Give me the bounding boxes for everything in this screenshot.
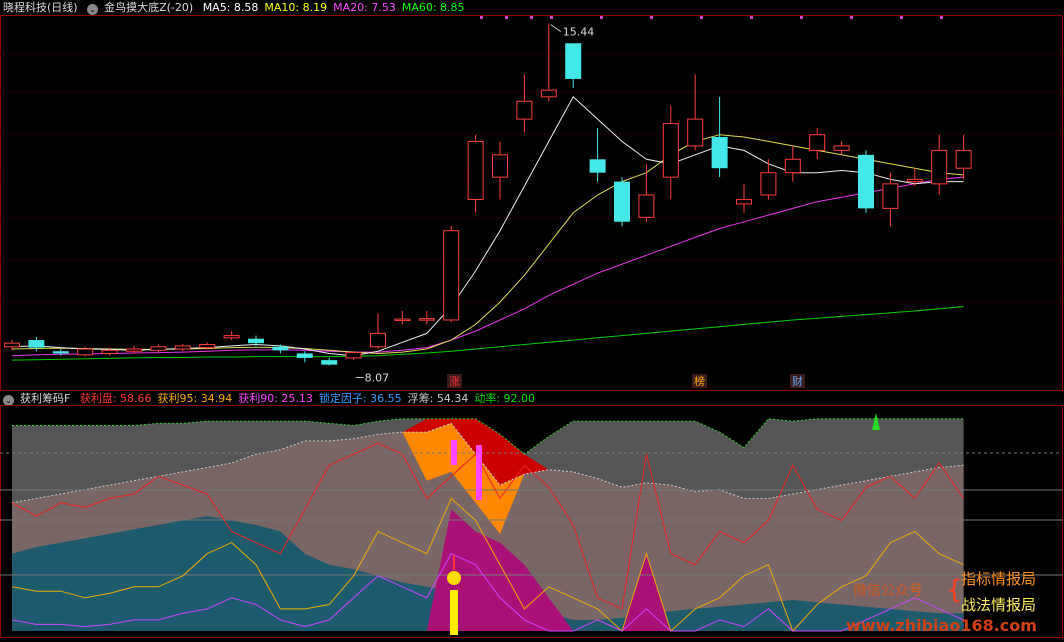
candle-body bbox=[126, 348, 142, 352]
candle-body bbox=[272, 346, 289, 351]
price-chart[interactable]: 15.44 8.07 涨 榜 财 bbox=[0, 0, 1064, 392]
profit-chip-chart[interactable] bbox=[0, 405, 1064, 639]
sub-value-2: 获利90: 25.13 bbox=[238, 392, 313, 405]
candle-body bbox=[418, 318, 435, 321]
candle-body bbox=[199, 344, 216, 349]
candle-body bbox=[784, 158, 801, 174]
candle-body bbox=[565, 43, 582, 79]
marker-dot bbox=[850, 16, 853, 19]
candle-body bbox=[345, 352, 362, 359]
candle-body bbox=[540, 89, 557, 98]
event-marker-2: 财 bbox=[792, 374, 803, 388]
candle-body bbox=[662, 123, 679, 178]
candle-body bbox=[394, 318, 411, 322]
event-marker-1: 榜 bbox=[694, 374, 705, 388]
candle-body bbox=[52, 351, 69, 354]
coin-icon bbox=[447, 571, 461, 585]
candle-body bbox=[248, 338, 264, 344]
marker-dot bbox=[750, 16, 753, 19]
sub-value-0: 获利盘: 58.66 bbox=[79, 392, 152, 405]
buy-signal-bar bbox=[450, 590, 458, 635]
marker-dot bbox=[530, 16, 533, 19]
candle-body bbox=[736, 198, 752, 205]
watermark-url: www.zhibiao168.com bbox=[846, 616, 1037, 635]
marker-dot bbox=[650, 16, 653, 19]
sub-value-3: 锁定因子: 36.55 bbox=[318, 392, 402, 405]
candle-body bbox=[77, 348, 94, 356]
candle-body bbox=[614, 181, 630, 222]
marker-dot bbox=[600, 16, 603, 19]
surge-bar bbox=[451, 440, 457, 465]
marker-dot bbox=[550, 16, 553, 19]
marker-dot bbox=[505, 16, 508, 19]
candle-body bbox=[809, 134, 826, 151]
stock-chart-window: { "main_header": { "stock_name": "晓程科技",… bbox=[0, 0, 1064, 642]
brace-icon: { bbox=[946, 575, 963, 605]
ma10-line bbox=[11, 134, 964, 355]
candle-body bbox=[931, 149, 948, 185]
high-pointer bbox=[550, 24, 562, 33]
candle-body bbox=[760, 172, 777, 196]
candle-body bbox=[858, 154, 874, 209]
candle-body bbox=[467, 140, 484, 200]
event-marker-0: 涨 bbox=[449, 375, 460, 388]
candle-body bbox=[174, 345, 191, 350]
candle-body bbox=[4, 342, 20, 348]
main-frame bbox=[0, 15, 1063, 391]
candle-body bbox=[833, 145, 850, 151]
sub-indicator-values: 获利盘: 58.66 获利95: 34.94 获利90: 25.13 锁定因子: 36… bbox=[80, 392, 541, 405]
watermark-brand1: 指标情报局 bbox=[961, 570, 1037, 588]
sub-value-5: 动率: 92.00 bbox=[474, 392, 536, 405]
candle-body bbox=[516, 100, 533, 120]
candle-body bbox=[955, 149, 972, 169]
candle-body bbox=[28, 340, 45, 348]
sub-value-1: 获利95: 34.94 bbox=[157, 392, 233, 405]
marker-dot bbox=[700, 16, 703, 19]
candle-body bbox=[589, 159, 606, 173]
ma60-line bbox=[11, 306, 964, 361]
watermark-brand2: 战法情报局 bbox=[961, 596, 1037, 614]
candle-body bbox=[150, 346, 167, 351]
candle-body bbox=[492, 154, 508, 178]
marker-dot bbox=[480, 16, 483, 19]
marker-dot bbox=[900, 16, 903, 19]
candle-body bbox=[370, 332, 386, 348]
candle-body bbox=[906, 178, 923, 183]
surge-bar bbox=[476, 445, 482, 500]
candle-body bbox=[101, 349, 118, 354]
candle-body bbox=[687, 118, 704, 147]
sub-value-4: 浮筹: 54.34 bbox=[407, 392, 469, 405]
candle-body bbox=[711, 136, 728, 169]
candle-body bbox=[223, 335, 240, 339]
candle-body bbox=[638, 194, 655, 218]
low-price-label: 8.07 bbox=[365, 372, 390, 385]
ma20-line bbox=[11, 176, 964, 357]
candle-body bbox=[321, 360, 338, 365]
marker-dot bbox=[940, 16, 943, 19]
candle-body bbox=[882, 183, 899, 209]
high-price-label: 15.44 bbox=[563, 26, 595, 39]
candle-body bbox=[443, 230, 460, 321]
candle-body bbox=[296, 353, 313, 358]
marker-dot bbox=[800, 16, 803, 19]
watermark-wechat: 微信公众号 bbox=[853, 583, 923, 599]
sub-indicator-name[interactable]: 获利筹码F bbox=[20, 392, 70, 405]
